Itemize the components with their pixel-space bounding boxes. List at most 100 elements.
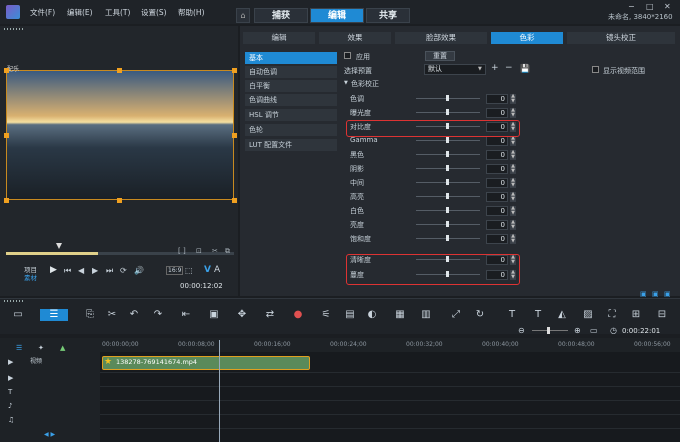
redo-icon[interactable]: ↷	[152, 309, 164, 321]
to-start-icon[interactable]: ⏮	[64, 266, 71, 276]
chapter-icon[interactable]: ✦	[38, 344, 44, 352]
volume-icon[interactable]: 🔊	[134, 266, 144, 275]
undo-icon[interactable]: ↶	[128, 309, 140, 321]
crop-handle[interactable]	[232, 198, 237, 203]
text-icon[interactable]: T	[506, 309, 518, 321]
close-icon[interactable]: ✕	[664, 2, 671, 11]
param-slider-thumb[interactable]	[446, 95, 449, 101]
param-spinner[interactable]: ▲ ▼	[510, 94, 516, 104]
param-value[interactable]: 0	[486, 150, 508, 160]
category-white-balance[interactable]: 白平衡	[245, 80, 337, 92]
subtab-face-effects[interactable]: 脸部效果	[395, 32, 487, 44]
param-value[interactable]: 0	[486, 178, 508, 188]
param-slider-thumb[interactable]	[446, 137, 449, 143]
motion-icon[interactable]: ⇄	[264, 309, 276, 321]
split-icon[interactable]: ✂	[212, 247, 218, 255]
panel-option-icon[interactable]: ▣	[652, 290, 659, 298]
panel-option-icon[interactable]: ▣	[640, 290, 647, 298]
param-value[interactable]: 0	[486, 108, 508, 118]
timecode-display[interactable]: 00:00:12:02	[180, 282, 223, 290]
timeline-view-icon[interactable]: ☰	[40, 309, 68, 321]
copy-attr-icon[interactable]: ⎘	[84, 309, 96, 321]
menu-settings[interactable]: 设置(S)	[141, 7, 167, 18]
timeline-playhead[interactable]	[219, 340, 220, 442]
tab-share[interactable]: 共享	[366, 8, 410, 23]
param-slider-thumb[interactable]	[446, 221, 449, 227]
add-preset-icon[interactable]: +	[491, 63, 499, 73]
param-spinner[interactable]: ▲ ▼	[510, 206, 516, 216]
tab-capture[interactable]: 捕获	[254, 8, 308, 23]
audio-mode-icon[interactable]: A	[214, 265, 220, 275]
slideshow-icon[interactable]: ▤	[344, 309, 356, 321]
aspect-ratio-icon[interactable]: 16:9	[166, 266, 184, 275]
crop-handle[interactable]	[4, 68, 9, 73]
category-auto-tone[interactable]: 自动色调	[245, 66, 337, 78]
subtitle-icon[interactable]: ▦	[394, 309, 406, 321]
zoom-slider[interactable]	[532, 330, 568, 331]
param-value[interactable]: 0	[486, 164, 508, 174]
fullscreen-icon[interactable]: ⛶	[606, 309, 618, 321]
param-value[interactable]: 0	[486, 234, 508, 244]
trim-icon[interactable]: ⊡	[196, 247, 202, 255]
crop-handle[interactable]	[232, 68, 237, 73]
transform-icon[interactable]: V	[204, 265, 211, 275]
category-lut[interactable]: LUT 配置文件	[245, 139, 337, 151]
apply-checkbox[interactable]	[344, 52, 351, 59]
image-icon[interactable]: ▣	[208, 309, 220, 321]
subtab-lens-correction[interactable]: 镜头校正	[567, 32, 675, 44]
param-spinner[interactable]: ▲ ▼	[510, 220, 516, 230]
minimize-icon[interactable]: −	[628, 2, 635, 11]
param-slider-thumb[interactable]	[446, 193, 449, 199]
track-scroll-icon[interactable]: ◀ ▶	[44, 431, 55, 438]
param-spinner[interactable]: ▲ ▼	[510, 136, 516, 146]
zoom-thumb[interactable]	[547, 327, 550, 334]
tab-edit[interactable]: 编辑	[310, 8, 364, 23]
param-spinner[interactable]: ▲ ▼	[510, 178, 516, 188]
save-preset-icon[interactable]: 💾	[520, 64, 530, 73]
speed-icon[interactable]: ⤢	[450, 309, 462, 321]
prev-frame-icon[interactable]: ◀	[78, 266, 84, 275]
settings-icon[interactable]: ⊟	[656, 309, 668, 321]
param-spinner[interactable]: ▲ ▼	[510, 164, 516, 174]
category-tone-curve[interactable]: 色调曲线	[245, 94, 337, 106]
param-spinner[interactable]: ▲ ▼	[510, 192, 516, 202]
ripple-icon[interactable]: ▲	[60, 344, 65, 352]
panel-grip[interactable]	[4, 300, 24, 302]
param-value[interactable]: 0	[486, 206, 508, 216]
subtab-color[interactable]: 色彩	[491, 32, 563, 44]
grid-icon[interactable]: ⊞	[630, 309, 642, 321]
param-spinner[interactable]: ▲ ▼	[510, 150, 516, 160]
multicam-icon[interactable]: ▥	[420, 309, 432, 321]
panel-grip[interactable]	[4, 28, 24, 30]
param-slider-thumb[interactable]	[446, 109, 449, 115]
reset-button[interactable]: 重置	[425, 51, 455, 61]
category-basic[interactable]: 基本	[245, 52, 337, 64]
category-color-wheel[interactable]: 色轮	[245, 124, 337, 136]
next-frame-icon[interactable]: ▶	[92, 266, 98, 275]
video-preview[interactable]	[6, 70, 234, 200]
repeat-icon[interactable]: ⟳	[120, 266, 127, 275]
record-icon[interactable]: ●	[292, 309, 304, 321]
section-expand-icon[interactable]: ▼	[344, 80, 348, 86]
param-slider-thumb[interactable]	[446, 165, 449, 171]
export-icon[interactable]: ▨	[582, 309, 594, 321]
track-manager-icon[interactable]: ☰	[16, 344, 22, 352]
param-slider-thumb[interactable]	[446, 151, 449, 157]
crop-handle[interactable]	[117, 198, 122, 203]
zoom-out-icon[interactable]: ⊖	[518, 326, 525, 335]
param-slider-thumb[interactable]	[446, 207, 449, 213]
param-spinner[interactable]: ▲ ▼	[510, 234, 516, 244]
crop-handle[interactable]	[4, 133, 9, 138]
color-icon[interactable]: ◭	[556, 309, 568, 321]
maximize-icon[interactable]: □	[646, 2, 654, 11]
panel-option-icon[interactable]: ▣	[664, 290, 671, 298]
param-spinner[interactable]: ▲ ▼	[510, 108, 516, 118]
fit-timeline-icon[interactable]: ⇤	[180, 309, 192, 321]
param-slider-thumb[interactable]	[446, 235, 449, 241]
to-end-icon[interactable]: ⏭	[106, 266, 113, 276]
subtab-edit[interactable]: 编辑	[243, 32, 315, 44]
mark-in-out-icon[interactable]: [ ]	[178, 247, 186, 255]
param-value[interactable]: 0	[486, 136, 508, 146]
show-range-checkbox[interactable]	[592, 66, 599, 73]
menu-help[interactable]: 帮助(H)	[178, 7, 205, 18]
